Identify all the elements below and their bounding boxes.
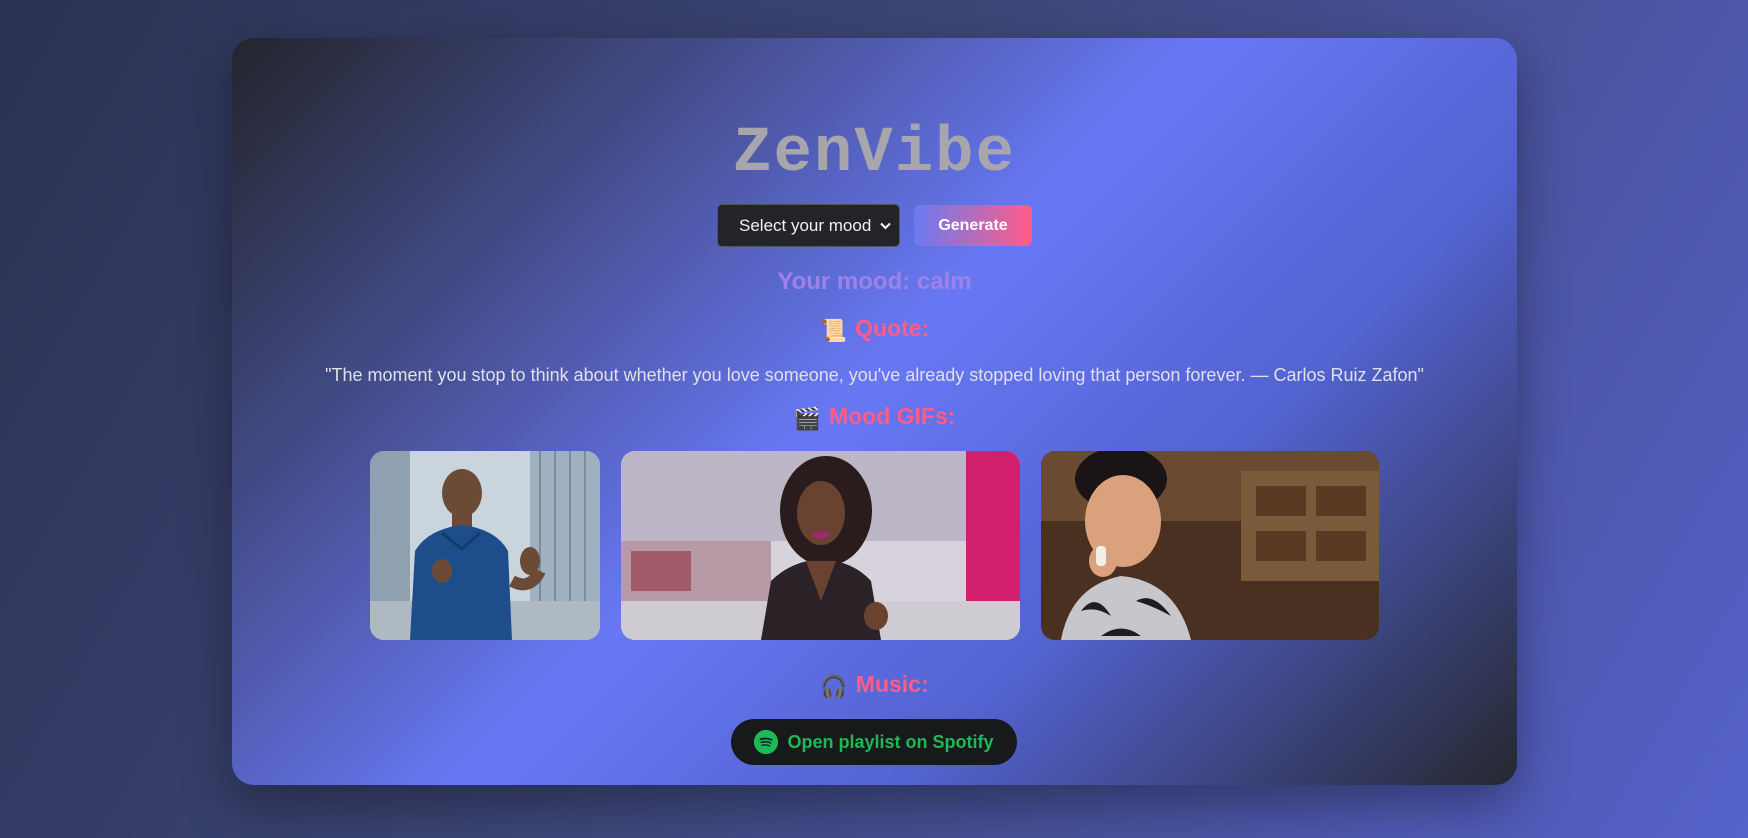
- headphones-icon: 🎧: [820, 674, 848, 699]
- quote-heading: 📜 Quote:: [232, 315, 1517, 344]
- gifs-heading-label: Mood GIFs:: [828, 403, 956, 429]
- mood-select-value: Select your mood: [739, 215, 872, 235]
- music-heading-label: Music:: [855, 671, 929, 697]
- scroll-icon: 📜: [819, 318, 848, 343]
- gif-gallery: [232, 451, 1517, 641]
- mood-gif-1[interactable]: [370, 451, 600, 640]
- mood-gif-2[interactable]: [621, 451, 1020, 640]
- gifs-heading: 🎬 Mood GIFs:: [232, 403, 1517, 432]
- spotify-playlist-button[interactable]: Open playlist on Spotify: [731, 719, 1017, 765]
- quote-text: "The moment you stop to think about whet…: [325, 365, 1424, 385]
- mood-gif-3[interactable]: [1041, 451, 1379, 640]
- clapperboard-icon: 🎬: [793, 406, 821, 431]
- quote-heading-label: Quote:: [855, 315, 930, 341]
- spotify-icon: [754, 730, 779, 754]
- app-title: ZenVibe: [733, 118, 1016, 190]
- mood-display: Your mood: calm: [777, 268, 972, 295]
- generate-button[interactable]: Generate: [914, 205, 1032, 246]
- controls-row: Select your mood Generate: [232, 204, 1517, 247]
- mood-select[interactable]: Select your mood: [717, 204, 900, 247]
- music-heading: 🎧 Music:: [232, 671, 1517, 700]
- main-card: ZenVibe Select your mood Generate Your m…: [232, 38, 1517, 785]
- spotify-button-label: Open playlist on Spotify: [787, 731, 994, 752]
- chevron-down-icon: [880, 219, 891, 233]
